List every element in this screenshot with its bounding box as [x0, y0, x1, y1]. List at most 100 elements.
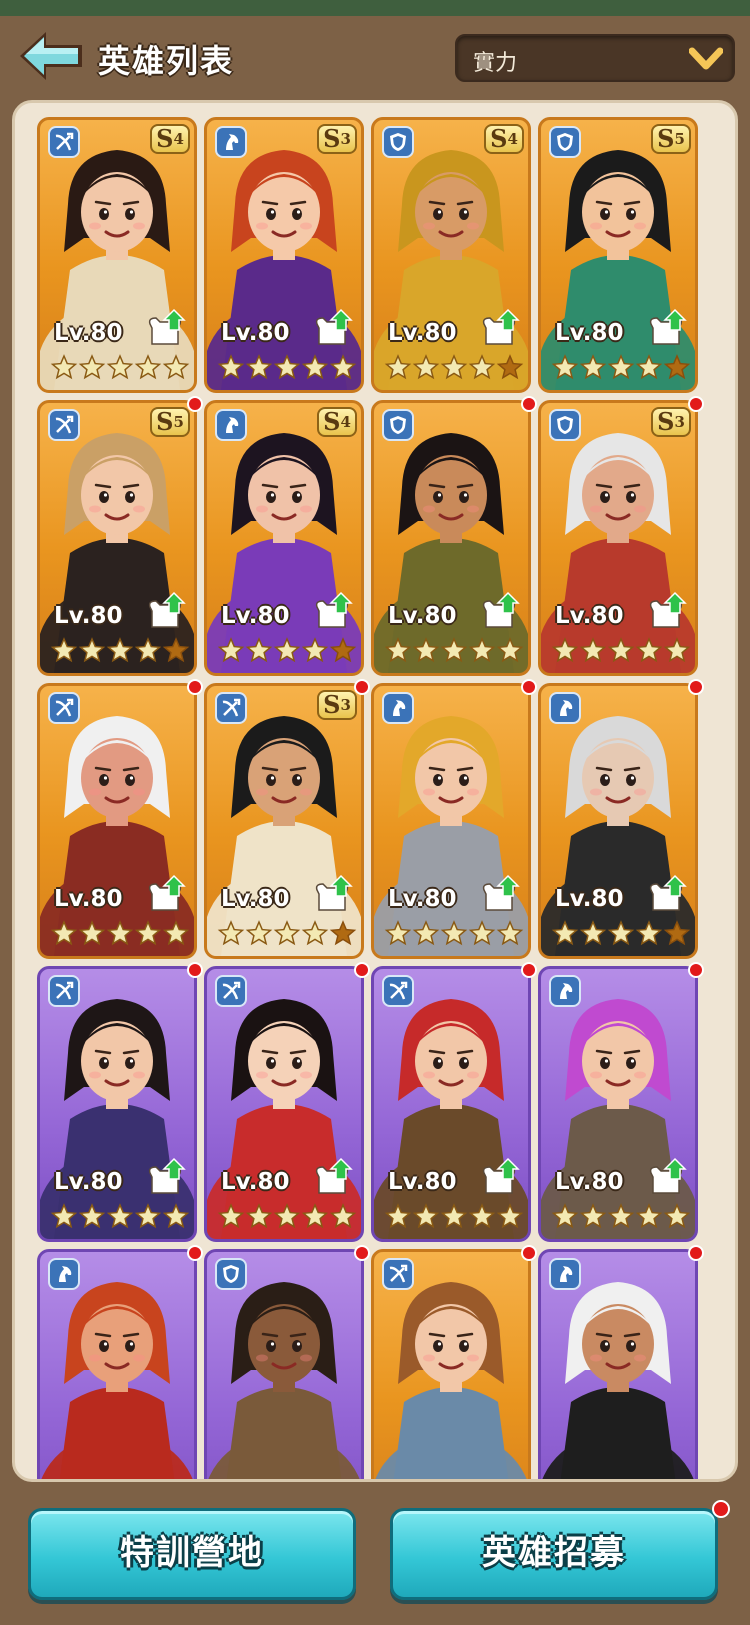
star-rating: [551, 354, 691, 380]
hero-portrait: [40, 716, 194, 956]
horse-icon: [215, 409, 247, 441]
upgrade-arrow-icon[interactable]: [144, 591, 188, 631]
upgrade-arrow-icon[interactable]: [645, 308, 689, 348]
star-filled-icon: [78, 1203, 106, 1229]
star-filled-icon: [551, 1203, 579, 1229]
upgrade-arrow-icon[interactable]: [144, 308, 188, 348]
chevron-down-icon: [689, 47, 723, 70]
grade-letter: S: [657, 407, 675, 436]
crossbow-icon: [48, 126, 80, 158]
top-strip: [0, 0, 750, 16]
upgrade-arrow-icon[interactable]: [311, 1157, 355, 1197]
upgrade-arrow-icon[interactable]: [478, 874, 522, 914]
hero-level: Lv.80: [555, 603, 624, 629]
hero-card[interactable]: Lv.80: [371, 966, 531, 1242]
star-filled-icon: [217, 1203, 245, 1229]
star-filled-icon: [301, 354, 329, 380]
hero-portrait: [207, 999, 361, 1239]
star-filled-icon: [78, 637, 106, 663]
star-filled-icon: [412, 1203, 440, 1229]
grade-badge: S3: [317, 690, 357, 720]
hero-level: Lv.80: [555, 320, 624, 346]
grade-badge: S5: [150, 407, 190, 437]
sort-selected-value: 實力: [473, 51, 518, 76]
hero-card[interactable]: S4 Lv.80: [37, 117, 197, 393]
notification-dot: [354, 679, 370, 695]
star-rating: [50, 1203, 190, 1229]
hero-card[interactable]: S4 Lv.80: [371, 117, 531, 393]
upgrade-arrow-icon[interactable]: [645, 1157, 689, 1197]
hero-card[interactable]: S5 Lv.80: [538, 117, 698, 393]
hero-card[interactable]: Lv.80: [37, 966, 197, 1242]
hero-card[interactable]: S3 Lv.80: [538, 400, 698, 676]
grade-letter: S: [323, 407, 341, 436]
upgrade-arrow-icon[interactable]: [144, 1157, 188, 1197]
hero-card[interactable]: Lv.80: [538, 683, 698, 959]
hero-card[interactable]: [371, 1249, 531, 1479]
star-empty-icon: [162, 637, 190, 663]
hero-level: Lv.80: [221, 1169, 290, 1195]
horse-icon: [549, 692, 581, 724]
star-filled-icon: [496, 637, 524, 663]
hero-level: Lv.80: [221, 886, 290, 912]
upgrade-arrow-icon[interactable]: [311, 874, 355, 914]
star-filled-icon: [78, 354, 106, 380]
star-filled-icon: [579, 637, 607, 663]
star-rating: [217, 354, 357, 380]
hero-card[interactable]: Lv.80: [37, 683, 197, 959]
upgrade-arrow-icon[interactable]: [645, 874, 689, 914]
hero-level: Lv.80: [221, 603, 290, 629]
hero-card[interactable]: Lv.80: [538, 966, 698, 1242]
notification-dot: [354, 962, 370, 978]
hero-level: Lv.80: [54, 320, 123, 346]
hero-card[interactable]: S4 Lv.80: [204, 400, 364, 676]
notification-dot: [354, 1245, 370, 1261]
hero-card[interactable]: S3 Lv.80: [204, 117, 364, 393]
grade-number: 3: [340, 130, 351, 148]
hero-card[interactable]: [37, 1249, 197, 1479]
hero-portrait: [207, 716, 361, 956]
training-camp-button[interactable]: 特訓營地: [28, 1508, 356, 1600]
hero-card[interactable]: [204, 1249, 364, 1479]
hero-card[interactable]: [538, 1249, 698, 1479]
crossbow-icon: [48, 409, 80, 441]
sort-dropdown[interactable]: 實力: [455, 34, 735, 82]
upgrade-arrow-icon[interactable]: [311, 308, 355, 348]
hero-list-panel[interactable]: S4 Lv.80 S3 Lv.80 S4 Lv.80 S5 Lv.80 S5 Lv.80 S4 Lv.…: [12, 100, 738, 1482]
star-filled-icon: [607, 920, 635, 946]
upgrade-arrow-icon[interactable]: [478, 591, 522, 631]
shield-icon: [549, 126, 581, 158]
page-title: 英雄列表: [98, 42, 235, 80]
star-empty-icon: [663, 354, 691, 380]
star-filled-icon: [329, 1203, 357, 1229]
hero-card[interactable]: Lv.80: [371, 400, 531, 676]
upgrade-arrow-icon[interactable]: [144, 874, 188, 914]
star-filled-icon: [245, 920, 273, 946]
hero-card[interactable]: Lv.80: [204, 966, 364, 1242]
shield-icon: [382, 409, 414, 441]
upgrade-arrow-icon[interactable]: [478, 308, 522, 348]
star-filled-icon: [301, 920, 329, 946]
upgrade-arrow-icon[interactable]: [311, 591, 355, 631]
star-filled-icon: [50, 637, 78, 663]
upgrade-arrow-icon[interactable]: [645, 591, 689, 631]
upgrade-arrow-icon[interactable]: [478, 1157, 522, 1197]
grade-letter: S: [156, 407, 174, 436]
hero-level: Lv.80: [388, 603, 457, 629]
back-button[interactable]: [16, 28, 86, 84]
star-filled-icon: [468, 354, 496, 380]
star-filled-icon: [579, 920, 607, 946]
hero-card[interactable]: S3 Lv.80: [204, 683, 364, 959]
hero-card[interactable]: Lv.80: [371, 683, 531, 959]
grade-number: 4: [173, 130, 184, 148]
star-filled-icon: [468, 1203, 496, 1229]
hero-card[interactable]: S5 Lv.80: [37, 400, 197, 676]
hero-level: Lv.80: [555, 886, 624, 912]
hero-recruit-button[interactable]: 英雄招募: [390, 1508, 718, 1600]
star-filled-icon: [635, 354, 663, 380]
star-rating: [50, 920, 190, 946]
star-filled-icon: [162, 354, 190, 380]
star-rating: [384, 637, 524, 663]
star-filled-icon: [329, 354, 357, 380]
star-filled-icon: [607, 354, 635, 380]
